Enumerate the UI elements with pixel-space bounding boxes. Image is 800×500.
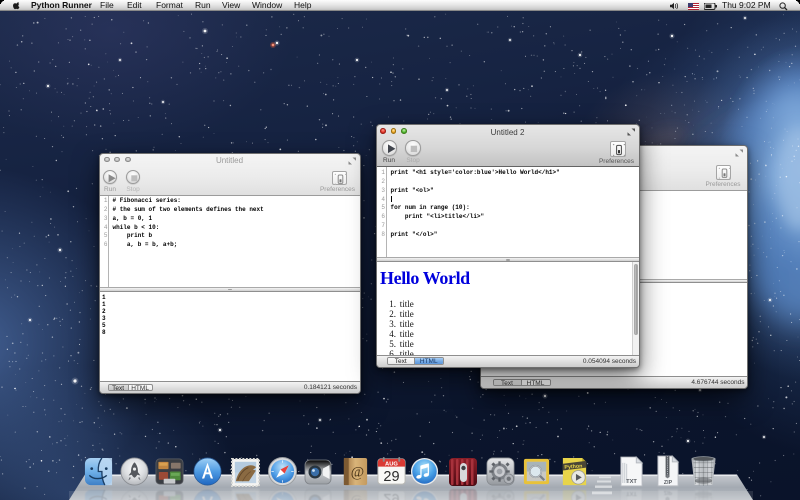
- svg-text:ZIP: ZIP: [664, 480, 673, 486]
- svg-text:AUG: AUG: [385, 462, 398, 468]
- svg-text:TXT: TXT: [626, 479, 637, 485]
- svg-text:Python: Python: [564, 463, 582, 470]
- svg-text:@: @: [351, 464, 364, 480]
- svg-text:29: 29: [383, 489, 399, 500]
- svg-text:TXT: TXT: [626, 489, 637, 495]
- svg-text:ZIP: ZIP: [664, 489, 673, 495]
- svg-text:@: @: [351, 494, 364, 500]
- svg-text:29: 29: [383, 469, 399, 485]
